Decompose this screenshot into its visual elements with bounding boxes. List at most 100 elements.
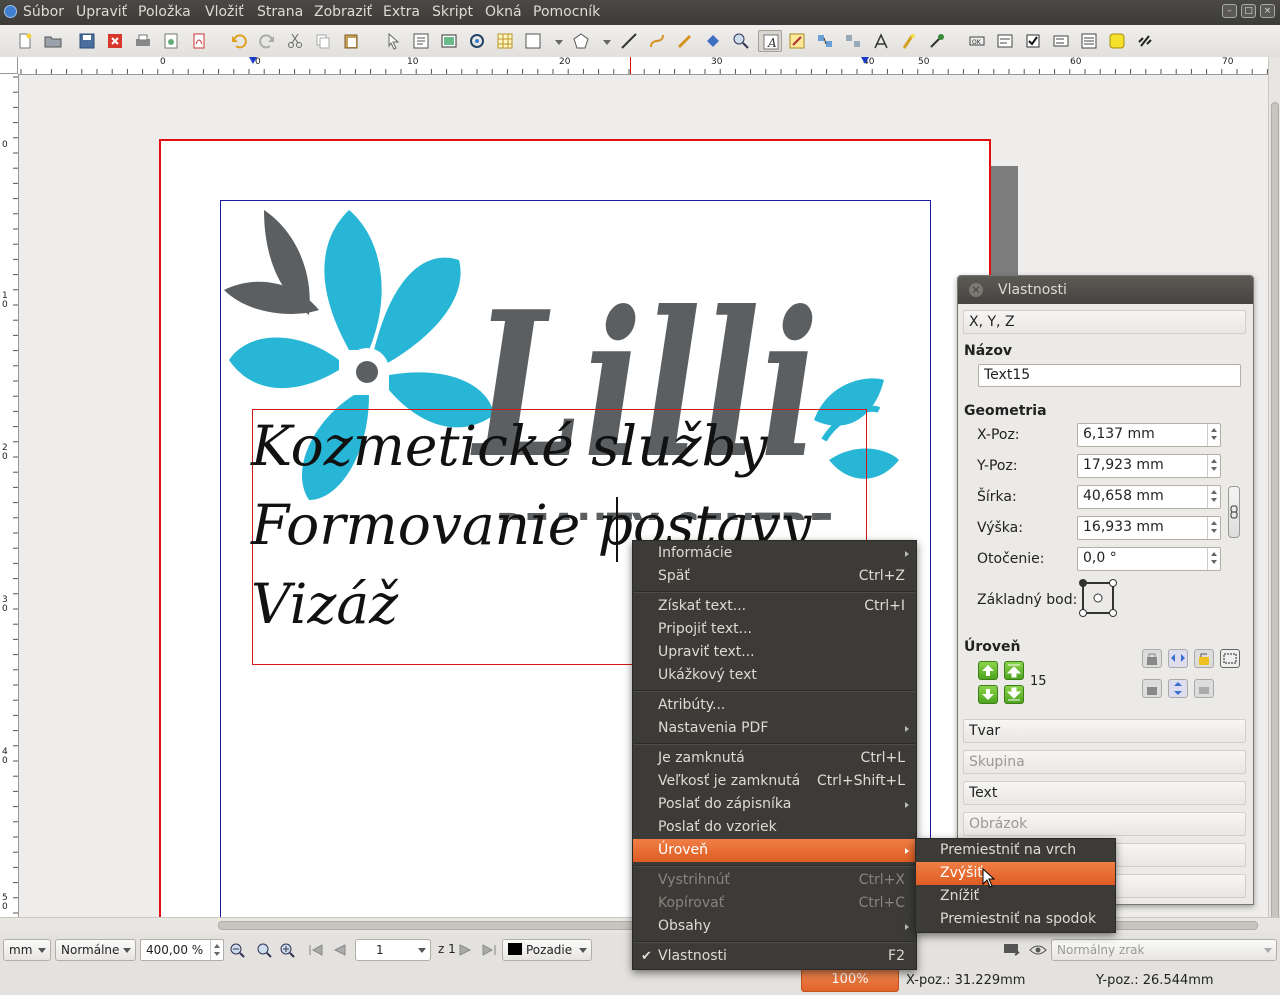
pdf-checkbox-icon[interactable] — [1024, 32, 1042, 50]
menu-okna[interactable]: Okná — [485, 4, 522, 20]
render-frame-icon[interactable] — [468, 32, 486, 50]
view-mode-select[interactable]: Normálny zrak — [1051, 939, 1277, 961]
menu-item-edit-text[interactable]: Upraviť text... — [633, 641, 916, 664]
menu-polozka[interactable]: Položka — [138, 4, 191, 20]
section-group[interactable]: Skupina — [963, 750, 1246, 774]
horizontal-ruler[interactable]: 0 0 10 20 30 40 50 60 70 — [18, 57, 1268, 75]
menu-zobrazit[interactable]: Zobraziť — [314, 4, 372, 20]
menu-item-attributes[interactable]: Atribúty... — [633, 694, 916, 717]
menu-item-properties[interactable]: ✔ Vlastnosti F2 — [633, 945, 916, 968]
unit-select[interactable]: mm — [3, 939, 51, 961]
save-icon[interactable] — [78, 32, 96, 50]
print-enable-icon[interactable] — [1220, 649, 1240, 668]
section-shape[interactable]: Tvar — [963, 719, 1246, 743]
zoom-in-icon[interactable] — [279, 942, 299, 958]
cut-icon[interactable] — [286, 32, 304, 50]
menu-item-locked[interactable]: Je zamknutá Ctrl+L — [633, 747, 916, 770]
polygon-dropdown-icon[interactable] — [598, 32, 611, 50]
maximize-icon[interactable]: □ — [1241, 4, 1256, 18]
menu-item-contents[interactable]: Obsahy — [633, 915, 916, 938]
padlock-icon[interactable] — [1194, 649, 1214, 668]
flip-vertical-icon[interactable] — [1168, 679, 1188, 698]
new-document-icon[interactable] — [16, 32, 34, 50]
right-indent-marker[interactable] — [861, 57, 869, 64]
freehand-icon[interactable] — [676, 32, 694, 50]
menu-item-send-to-scrapbook[interactable]: Poslať do zápisníka — [633, 793, 916, 816]
quality-select[interactable]: Normálne — [55, 939, 136, 961]
close-icon[interactable]: × — [1260, 4, 1275, 18]
undo-icon[interactable] — [230, 32, 248, 50]
eyedropper-icon[interactable] — [928, 32, 946, 50]
menu-item-send-to-back[interactable]: Premiestniť na spodok — [916, 908, 1115, 931]
polygon-icon[interactable] — [572, 32, 590, 50]
paste-icon[interactable] — [342, 32, 360, 50]
menu-item-bring-to-front[interactable]: Premiestniť na vrch — [916, 839, 1115, 862]
menu-skript[interactable]: Skript — [432, 4, 473, 20]
menu-item-sample-text[interactable]: Ukážkový text — [633, 664, 916, 687]
width-field[interactable]: 40,658 mm — [1077, 485, 1221, 509]
menu-item-copy[interactable]: Kopírovať Ctrl+C — [633, 892, 916, 915]
size-lock-icon[interactable] — [1142, 679, 1162, 698]
copy-icon[interactable] — [314, 32, 332, 50]
lower-to-bottom-icon[interactable] — [1004, 685, 1024, 704]
menu-strana[interactable]: Strana — [257, 4, 303, 20]
menu-subor[interactable]: Súbor — [23, 4, 64, 20]
shape-dropdown-icon[interactable] — [550, 32, 563, 50]
chain-link-icon[interactable] — [1228, 486, 1240, 538]
menu-upravit[interactable]: Upraviť — [76, 4, 127, 20]
pdf-listbox-icon[interactable] — [1080, 32, 1098, 50]
preflight-icon[interactable] — [162, 32, 180, 50]
menu-item-information[interactable]: Informácie — [633, 542, 916, 565]
menu-item-cut[interactable]: Vystrihnúť Ctrl+X — [633, 869, 916, 892]
measure-icon[interactable] — [872, 32, 890, 50]
close-document-icon[interactable] — [106, 32, 124, 50]
no-print-icon[interactable] — [1194, 679, 1214, 698]
vertical-scrollbar[interactable] — [1268, 57, 1280, 922]
name-field[interactable]: Text15 — [978, 364, 1241, 387]
raise-to-top-icon[interactable] — [1004, 661, 1024, 680]
menu-item-level[interactable]: Úroveň — [633, 839, 916, 862]
pdf-textfield-icon[interactable] — [996, 32, 1014, 50]
menu-extra[interactable]: Extra — [383, 4, 420, 20]
properties-titlebar[interactable]: × Vlastnosti — [958, 276, 1253, 304]
page-select[interactable]: 1 — [355, 939, 431, 961]
line-icon[interactable] — [620, 32, 638, 50]
basepoint-selector[interactable] — [1078, 578, 1118, 618]
height-field[interactable]: 16,933 mm — [1077, 516, 1221, 540]
pdf-link-icon[interactable] — [1136, 32, 1154, 50]
ypos-field[interactable]: 17,923 mm — [1077, 454, 1221, 478]
menu-item-raise[interactable]: Zvýšiť — [916, 862, 1115, 885]
bezier-icon[interactable] — [648, 32, 666, 50]
lock-icon[interactable] — [1142, 649, 1162, 668]
flip-horizontal-icon[interactable] — [1168, 649, 1188, 668]
story-editor-icon[interactable] — [788, 32, 806, 50]
last-page-icon[interactable] — [480, 942, 498, 958]
minimize-icon[interactable]: – — [1222, 4, 1237, 18]
text-frame-icon[interactable] — [412, 32, 430, 50]
pdf-button-icon[interactable]: OK — [968, 32, 986, 50]
menu-item-undo[interactable]: Späť Ctrl+Z — [633, 565, 916, 588]
menu-item-pdf-options[interactable]: Nastavenia PDF — [633, 717, 916, 740]
raise-level-icon[interactable] — [978, 661, 998, 680]
layer-select[interactable]: Pozadie — [502, 939, 592, 961]
shape-icon[interactable] — [524, 32, 542, 50]
redo-icon[interactable] — [258, 32, 276, 50]
edit-text-icon[interactable]: A — [758, 30, 782, 52]
export-pdf-icon[interactable] — [190, 32, 208, 50]
first-page-icon[interactable] — [307, 942, 325, 958]
section-xyz[interactable]: X, Y, Z — [963, 310, 1246, 334]
print-icon[interactable] — [134, 32, 152, 50]
section-image[interactable]: Obrázok — [963, 812, 1246, 836]
xpos-field[interactable]: 6,137 mm — [1077, 423, 1221, 447]
image-frame-icon[interactable] — [440, 32, 458, 50]
open-folder-icon[interactable] — [44, 32, 62, 50]
eye-icon[interactable] — [1029, 943, 1047, 957]
close-panel-icon[interactable]: × — [969, 283, 983, 297]
menu-item-lower[interactable]: Znížiť — [916, 885, 1115, 908]
next-page-icon[interactable] — [456, 942, 474, 958]
lower-level-icon[interactable] — [978, 685, 998, 704]
link-frames-icon[interactable] — [816, 32, 834, 50]
section-text[interactable]: Text — [963, 781, 1246, 805]
pdf-annotation-icon[interactable] — [1108, 32, 1126, 50]
menu-pomocnik[interactable]: Pomocník — [533, 4, 600, 20]
